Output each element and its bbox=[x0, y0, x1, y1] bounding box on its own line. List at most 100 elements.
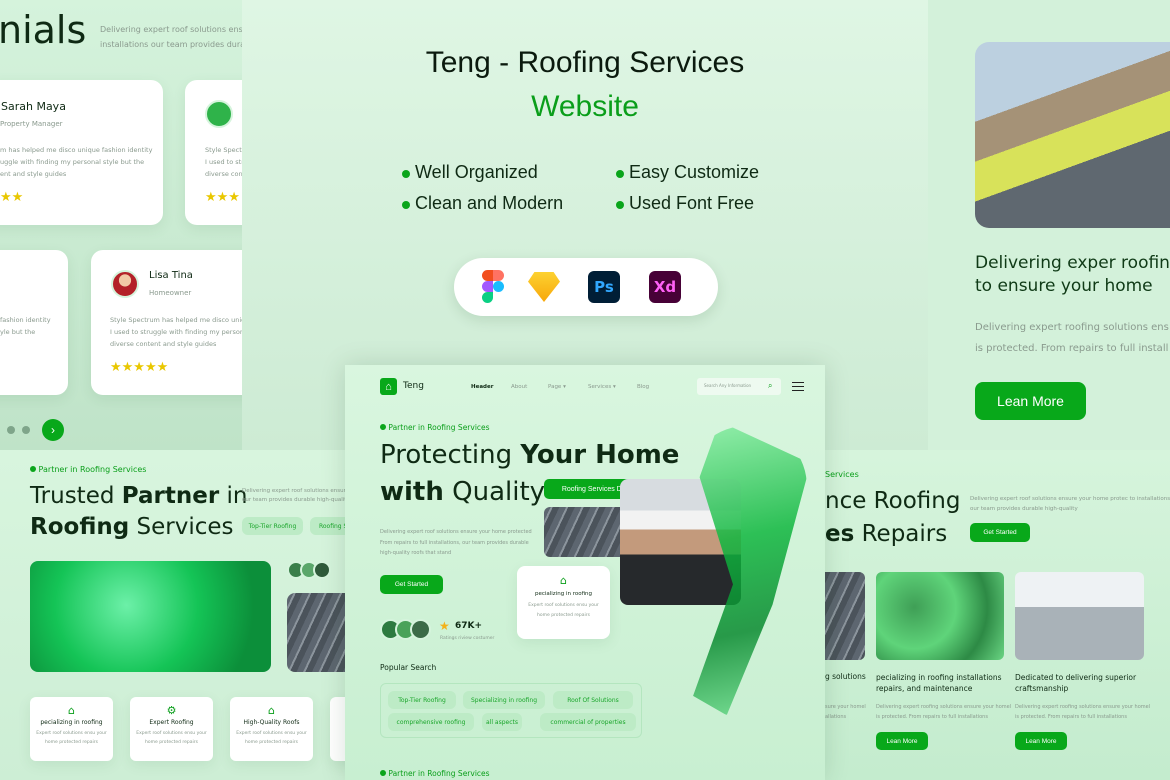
nav-label: Page bbox=[548, 384, 562, 390]
popular-chip[interactable]: comprehensive roofing bbox=[388, 713, 474, 731]
house-icon: ⌂ bbox=[560, 574, 567, 587]
figma-icon bbox=[482, 270, 504, 304]
cta-panel: Delivering exper roofing to ensure your … bbox=[928, 0, 1170, 450]
service-card-title: Dedicated to delivering superior craftsma… bbox=[1015, 672, 1136, 694]
review-line: uggle with finding my personal style but… bbox=[0, 158, 145, 166]
services-intro: Delivering expert roof solutions ensure … bbox=[970, 494, 1170, 514]
learn-more-button[interactable]: Lean More bbox=[876, 732, 928, 750]
hamburger-menu-icon[interactable] bbox=[792, 382, 804, 391]
logo-icon: ⌂ bbox=[380, 378, 397, 395]
feature-text: Expert roof solutions ensu your home prot… bbox=[517, 601, 610, 621]
bullet-icon bbox=[30, 466, 36, 472]
popular-chip[interactable]: Specializing in roofing bbox=[463, 691, 545, 709]
testimonial-card: fashion identity yle but the bbox=[0, 250, 68, 395]
roof-icon: ⌂ bbox=[268, 704, 275, 717]
search-placeholder: Search Any Information bbox=[704, 383, 752, 388]
chevron-down-icon: ▾ bbox=[563, 384, 566, 390]
services-tag: Services bbox=[825, 470, 859, 479]
chip[interactable]: Roofing Se bbox=[310, 517, 345, 535]
popular-chip[interactable]: Roof Of Solutions bbox=[553, 691, 633, 709]
service-card-title: g solutions bbox=[825, 672, 866, 681]
feature-title: High-Quality Roofs bbox=[243, 719, 300, 726]
next-button[interactable]: › bbox=[42, 419, 64, 441]
search-input[interactable]: Search Any Information ⌕ bbox=[697, 378, 781, 395]
abstract-image bbox=[30, 561, 271, 672]
heading-text: Partner bbox=[121, 483, 220, 509]
hero-description: Delivering expert roof solutions ensure … bbox=[380, 527, 532, 559]
feature-text: Expert roof solutions ensu your home prot… bbox=[130, 729, 213, 747]
avatar bbox=[410, 619, 431, 640]
popular-chip[interactable]: commercial of properties bbox=[540, 713, 636, 731]
text-line: home protected repairs bbox=[45, 740, 98, 745]
popular-chip[interactable]: Top-Tier Roofing bbox=[388, 691, 456, 709]
feature-card bbox=[330, 697, 345, 761]
nav-page[interactable]: Page ▾ bbox=[548, 384, 566, 390]
intro-line: Delivering expert roof solutions ensure … bbox=[970, 496, 1170, 502]
avatar bbox=[111, 270, 139, 298]
xd-icon: Xd bbox=[649, 271, 681, 303]
learn-more-button[interactable]: Lean More bbox=[1015, 732, 1067, 750]
nav-about[interactable]: About bbox=[511, 384, 527, 390]
review-line: Style Spectrum has helped me disco uniqu… bbox=[110, 316, 242, 324]
intro-line: our team provides durable high-quality bbox=[242, 497, 345, 503]
rating-value: 67K+ bbox=[455, 621, 483, 631]
nav-services[interactable]: Services ▾ bbox=[588, 384, 616, 390]
rating-label: Ratings riview costumer bbox=[440, 636, 495, 641]
heading-text: with bbox=[380, 477, 444, 507]
reviewer-name: Lisa Tina bbox=[149, 270, 193, 281]
review-line: I used to struggle with finding my perso… bbox=[110, 328, 242, 336]
nav-blog[interactable]: Blog bbox=[637, 384, 649, 390]
heading-text: nce Roofing bbox=[825, 488, 961, 514]
get-started-button[interactable]: Get Started bbox=[380, 575, 443, 594]
service-card-title: pecializing in roofing installations repa… bbox=[876, 672, 1002, 694]
text-line: home protected repairs bbox=[245, 740, 298, 745]
service-image bbox=[876, 572, 1004, 660]
popular-chip[interactable]: all aspects bbox=[482, 713, 522, 731]
review-text: m has helped me disco unique fashion ide… bbox=[0, 144, 152, 180]
get-started-button[interactable]: Get Started bbox=[970, 523, 1030, 542]
text-line: is protected. From repairs to full insta… bbox=[1015, 714, 1127, 720]
intro-line: our team provides durable high-quality bbox=[970, 506, 1078, 512]
feature-list: Well Organized Easy Customize Clean and … bbox=[402, 162, 782, 214]
feature-title: pecializing in roofing bbox=[534, 591, 593, 597]
about-panel: Partner in Roofing Services Trusted Part… bbox=[0, 450, 345, 780]
feature-label: Well Organized bbox=[415, 162, 538, 182]
nav-header[interactable]: Header bbox=[471, 384, 493, 390]
review-text: fashion identity yle but the bbox=[0, 314, 51, 338]
chip[interactable]: Top-Tier Roofing bbox=[242, 517, 303, 535]
star-icon: ★ bbox=[439, 619, 450, 633]
bullet-icon bbox=[402, 201, 410, 209]
cta-text: Delivering expert roofing solutions ens … bbox=[975, 317, 1169, 359]
learn-more-button[interactable]: Lean More bbox=[975, 382, 1086, 420]
tag-label: Partner in Roofing Services bbox=[38, 465, 147, 474]
testimonial-card: Sarah Maya Property Manager m has helped… bbox=[0, 80, 163, 225]
nav-label: Services bbox=[588, 384, 612, 390]
carousel-dot[interactable] bbox=[7, 426, 15, 434]
bullet-icon bbox=[616, 170, 624, 178]
text-line: From repairs to full installations, our … bbox=[380, 539, 529, 546]
cta-heading: Delivering exper roofing to ensure your … bbox=[975, 252, 1170, 298]
text-line: allations bbox=[825, 714, 847, 720]
heading-line: Delivering exper roofing bbox=[975, 253, 1170, 273]
feature-item: Clean and Modern bbox=[402, 193, 616, 214]
feature-item: Used Font Free bbox=[616, 193, 796, 214]
title-line: pecializing in roofing installations bbox=[876, 673, 1002, 682]
search-icon[interactable]: ⌕ bbox=[768, 381, 772, 391]
carousel-dot[interactable] bbox=[22, 426, 30, 434]
tools-pill: Ps Xd bbox=[454, 258, 718, 316]
intro-line: installations our team provides durabl bbox=[100, 40, 242, 49]
service-card-text: Delivering expert roofing solutions ensu… bbox=[876, 702, 1011, 722]
rating-stars: ★★★ bbox=[205, 190, 240, 205]
tag-label: Partner in Roofing Services bbox=[388, 423, 490, 432]
chevron-down-icon: ▾ bbox=[612, 384, 616, 390]
title-line: craftsmanship bbox=[1015, 684, 1069, 693]
tag-label: Partner in Roofing Services bbox=[388, 769, 490, 778]
review-line: m has helped me disco unique fashion ide… bbox=[0, 146, 153, 154]
feature-label: Clean and Modern bbox=[415, 193, 564, 213]
services-heading: nce Roofing es Repairs bbox=[825, 485, 960, 551]
roof-photo bbox=[287, 593, 345, 672]
review-line: Style Spectr bbox=[205, 146, 242, 154]
feature-item: Well Organized bbox=[402, 162, 616, 183]
testimonials-panel: nials Delivering expert roof solutions e… bbox=[0, 0, 242, 450]
testimonial-card: Style Spectr I used to str diverse cont … bbox=[185, 80, 242, 225]
